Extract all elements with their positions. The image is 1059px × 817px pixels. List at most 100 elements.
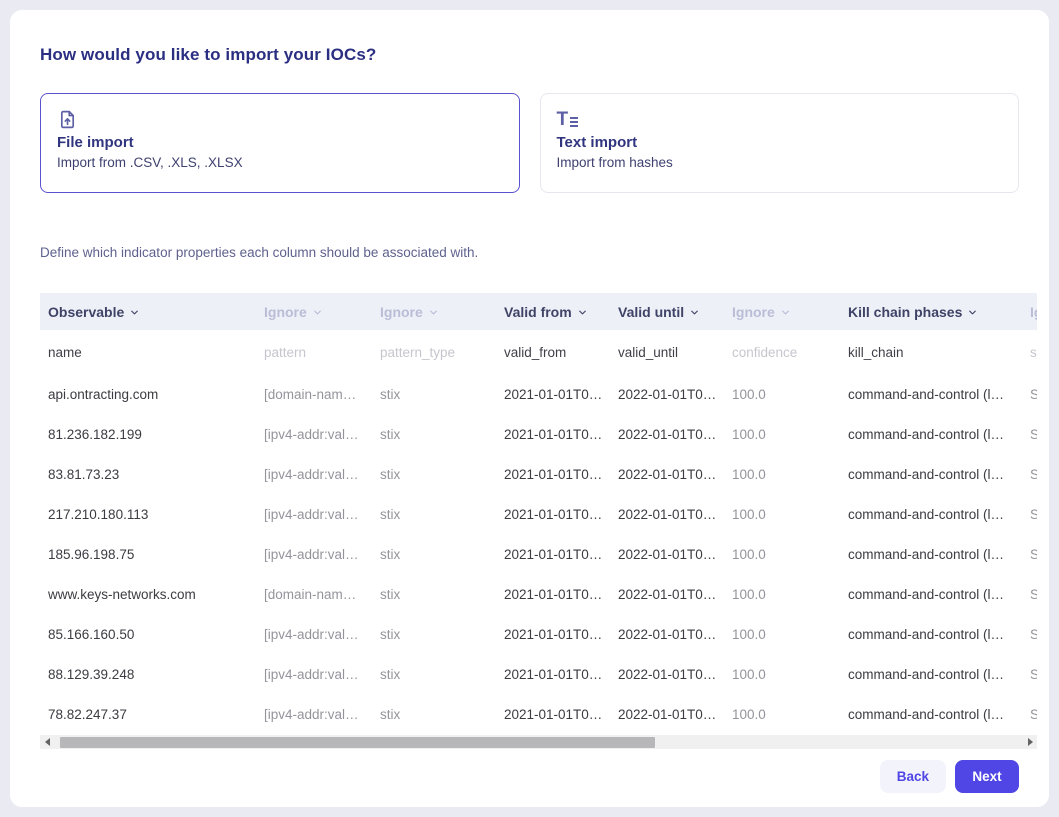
table-cell: 2022-01-01T0… xyxy=(610,547,724,562)
source-column-name: confidence xyxy=(724,345,840,360)
table-cell: 2021-01-01T0… xyxy=(496,427,610,442)
table-body: api.ontracting.com[domain-nam…stix2021-0… xyxy=(40,374,1037,734)
table-row: 78.82.247.37[ipv4-addr:val…stix2021-01-0… xyxy=(40,694,1037,734)
table-cell: stix xyxy=(372,667,496,682)
table-cell: 78.82.247.37 xyxy=(40,707,256,722)
back-button[interactable]: Back xyxy=(880,760,946,793)
table-cell: 2021-01-01T0… xyxy=(496,387,610,402)
table-cell: [ipv4-addr:val… xyxy=(256,507,372,522)
table-cell: 2021-01-01T0… xyxy=(496,547,610,562)
table-row: 88.129.39.248[ipv4-addr:val…stix2021-01-… xyxy=(40,654,1037,694)
table-cell: 2022-01-01T0… xyxy=(610,427,724,442)
file-import-card[interactable]: File import Import from .CSV, .XLS, .XLS… xyxy=(40,93,520,193)
source-column-name: valid_from xyxy=(496,345,610,360)
column-header-ignore[interactable]: Ignore xyxy=(372,304,496,320)
page-title: How would you like to import your IOCs? xyxy=(40,45,1019,65)
table-cell: api.ontracting.com xyxy=(40,387,256,402)
table-cell: 2022-01-01T0… xyxy=(610,627,724,642)
table-cell: 2022-01-01T0… xyxy=(610,707,724,722)
column-header-label: Ignore xyxy=(264,304,307,320)
table-cell: 2021-01-01T0… xyxy=(496,467,610,482)
chevron-down-icon xyxy=(129,307,140,318)
table-cell: 2021-01-01T0… xyxy=(496,587,610,602)
column-header-observable[interactable]: Observable xyxy=(40,304,256,320)
table-cell: stix xyxy=(372,587,496,602)
table-cell: 2022-01-01T0… xyxy=(610,507,724,522)
chevron-down-icon xyxy=(577,307,588,318)
column-header-label: Valid until xyxy=(618,304,684,320)
column-header-label: Valid from xyxy=(504,304,572,320)
table-cell: 2021-01-01T0… xyxy=(496,507,610,522)
chevron-down-icon xyxy=(312,307,323,318)
table-cell: www.keys-networks.com xyxy=(40,587,256,602)
table-row: 81.236.182.199[ipv4-addr:val…stix2021-01… xyxy=(40,414,1037,454)
scroll-left-arrow-icon[interactable] xyxy=(40,735,54,749)
import-wizard-panel: How would you like to import your IOCs? … xyxy=(10,10,1049,807)
source-column-name: kill_chain xyxy=(840,345,1022,360)
mapping-instruction: Define which indicator properties each c… xyxy=(40,245,1019,260)
table-cell: stix xyxy=(372,387,496,402)
scroll-right-arrow-icon[interactable] xyxy=(1023,735,1037,749)
table-cell: 100.0 xyxy=(724,627,840,642)
table-cell: command-and-control (l… xyxy=(840,627,1022,642)
table-cell: 2021-01-01T0… xyxy=(496,667,610,682)
table-cell: 2022-01-01T0… xyxy=(610,387,724,402)
table-cell: 100.0 xyxy=(724,707,840,722)
table-cell: S xyxy=(1022,467,1037,482)
text-lines-icon: T xyxy=(557,107,1003,131)
wizard-footer: Back Next xyxy=(40,760,1019,793)
table-cell: 185.96.198.75 xyxy=(40,547,256,562)
chevron-down-icon xyxy=(967,307,978,318)
table-cell: [domain-nam… xyxy=(256,587,372,602)
table-cell: command-and-control (l… xyxy=(840,667,1022,682)
table-cell: [ipv4-addr:val… xyxy=(256,667,372,682)
table-row: 85.166.160.50[ipv4-addr:val…stix2021-01-… xyxy=(40,614,1037,654)
table-cell: S xyxy=(1022,627,1037,642)
column-header-valid-until[interactable]: Valid until xyxy=(610,304,724,320)
scrollbar-thumb[interactable] xyxy=(60,737,655,748)
chevron-down-icon xyxy=(780,307,791,318)
table-cell: 2021-01-01T0… xyxy=(496,627,610,642)
table-cell: S xyxy=(1022,587,1037,602)
column-header-kill-chain-phases[interactable]: Kill chain phases xyxy=(840,304,1022,320)
source-column-name: pattern_type xyxy=(372,345,496,360)
column-header-ignore[interactable]: Ignore xyxy=(256,304,372,320)
chevron-down-icon xyxy=(428,307,439,318)
table-cell: stix xyxy=(372,467,496,482)
table-cell: S xyxy=(1022,387,1037,402)
column-header-label: Ignore xyxy=(1030,304,1037,320)
table-cell: 100.0 xyxy=(724,387,840,402)
table-cell: [ipv4-addr:val… xyxy=(256,627,372,642)
text-import-subtitle: Import from hashes xyxy=(557,155,1003,170)
source-column-name: valid_until xyxy=(610,345,724,360)
table-cell: command-and-control (l… xyxy=(840,427,1022,442)
text-import-card[interactable]: T Text import Import from hashes xyxy=(540,93,1020,193)
column-header-ignore[interactable]: Ignore xyxy=(724,304,840,320)
import-option-cards: File import Import from .CSV, .XLS, .XLS… xyxy=(40,93,1019,193)
column-header-label: Ignore xyxy=(732,304,775,320)
table-property-row: namepatternpattern_typevalid_fromvalid_u… xyxy=(40,330,1037,374)
table-cell: command-and-control (l… xyxy=(840,387,1022,402)
horizontal-scrollbar[interactable] xyxy=(40,735,1037,749)
table-cell: S xyxy=(1022,667,1037,682)
table-cell: 2022-01-01T0… xyxy=(610,667,724,682)
column-header-valid-from[interactable]: Valid from xyxy=(496,304,610,320)
table-cell: command-and-control (l… xyxy=(840,707,1022,722)
scrollbar-track[interactable] xyxy=(54,735,1023,749)
table-cell: [ipv4-addr:val… xyxy=(256,427,372,442)
column-header-ignore[interactable]: Ignore xyxy=(1022,304,1037,320)
table-cell: stix xyxy=(372,507,496,522)
table-cell: [ipv4-addr:val… xyxy=(256,547,372,562)
table-cell: 100.0 xyxy=(724,587,840,602)
table-cell: stix xyxy=(372,707,496,722)
table-row: api.ontracting.com[domain-nam…stix2021-0… xyxy=(40,374,1037,414)
source-column-name: pattern xyxy=(256,345,372,360)
table-cell: S xyxy=(1022,507,1037,522)
table-row: www.keys-networks.com[domain-nam…stix202… xyxy=(40,574,1037,614)
table-cell: stix xyxy=(372,547,496,562)
next-button[interactable]: Next xyxy=(955,760,1019,793)
file-import-title: File import xyxy=(57,134,503,151)
file-upload-icon xyxy=(57,107,503,131)
table-cell: [domain-nam… xyxy=(256,387,372,402)
table-cell: 83.81.73.23 xyxy=(40,467,256,482)
